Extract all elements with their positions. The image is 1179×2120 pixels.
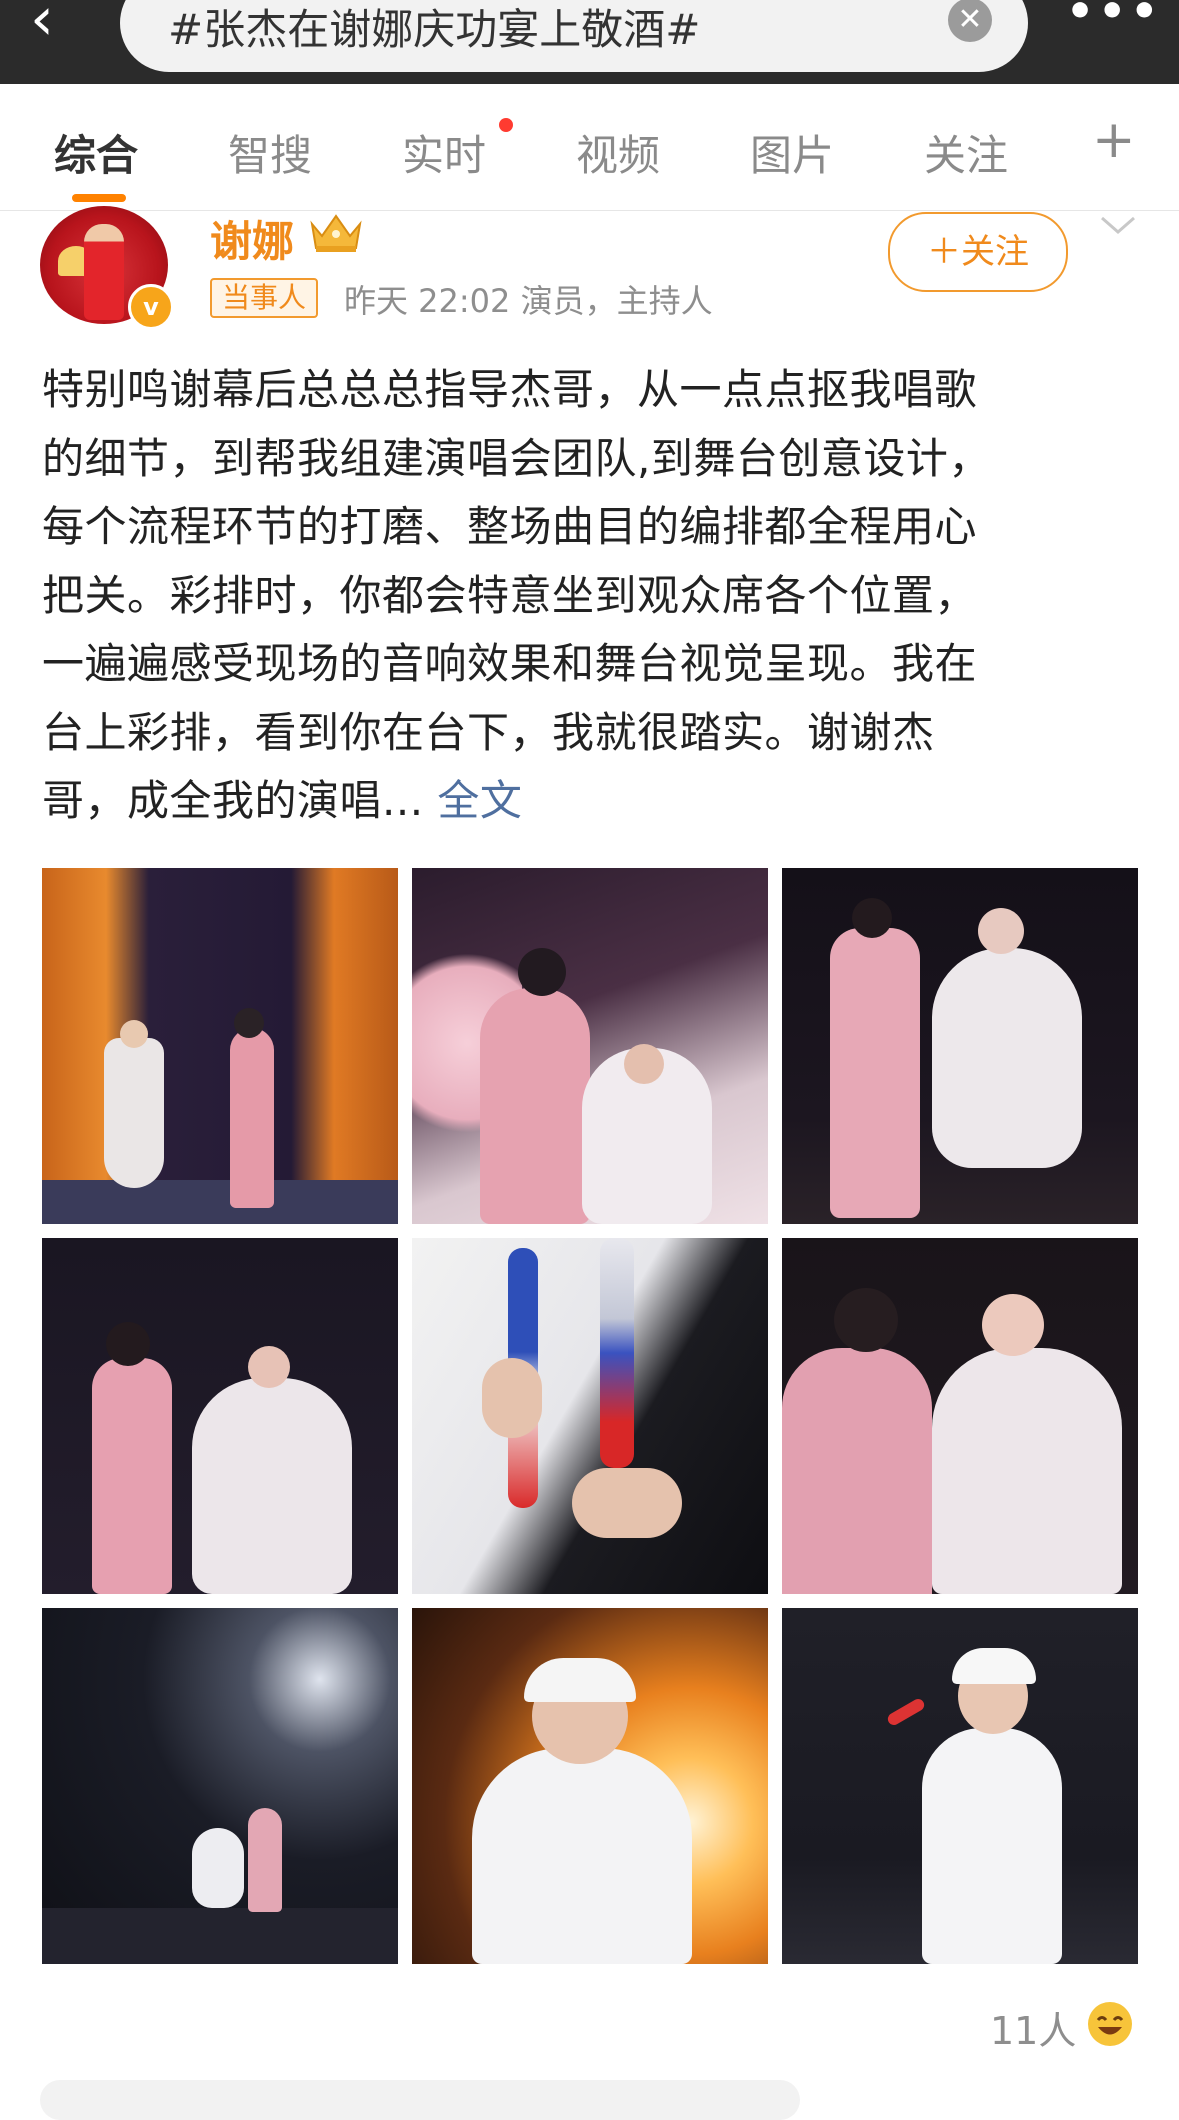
tab-realtime[interactable]: 实时 [402, 122, 486, 183]
post-text-line: 台上彩排，看到你在台下，我就很踏实。谢谢杰 [42, 707, 935, 757]
photo-thumbnail[interactable] [42, 1238, 398, 1594]
photo-thumbnail[interactable] [42, 868, 398, 1224]
search-input[interactable]: #张杰在谢娜庆功宴上敬酒# ✕ [120, 0, 1028, 72]
chevron-down-icon[interactable] [1098, 214, 1138, 238]
post-text-last-line: 哥，成全我的演唱... 全文 [42, 767, 1140, 836]
expand-full-text-link[interactable]: 全文 [437, 776, 522, 825]
laughing-emoji-icon [1088, 2002, 1132, 2046]
photo-thumbnail[interactable] [412, 1608, 768, 1964]
post-text-line: 把关。彩排时，你都会特意坐到观众席各个位置， [42, 570, 978, 620]
realtime-notification-dot [499, 118, 513, 132]
back-arrow-icon[interactable]: ‹ [30, 0, 90, 56]
post-text-line: 特别鸣谢幕后总总总指导杰哥，从一点点抠我唱歌 [42, 365, 978, 414]
photo-thumbnail[interactable] [782, 868, 1138, 1224]
photo-thumbnail[interactable] [412, 1238, 768, 1594]
post-text-line: 一遍遍感受现场的音响效果和舞台视觉呈现。我在 [42, 639, 978, 688]
follow-button[interactable]: ＋关注 [888, 212, 1068, 292]
search-tabs: 综合 智搜 实时 视频 图片 关注 + [0, 84, 1179, 211]
crown-icon [310, 214, 362, 252]
tab-following[interactable]: 关注 [924, 122, 1008, 183]
clear-search-icon[interactable]: ✕ [948, 0, 992, 42]
tab-comprehensive[interactable]: 综合 [54, 122, 138, 183]
photo-thumbnail[interactable] [42, 1608, 398, 1964]
post-author-name[interactable]: 谢娜 [210, 208, 294, 269]
post-text-line: 每个流程环节的打磨、整场曲目的编排都全程用心 [42, 502, 978, 551]
role-tag-badge: 当事人 [210, 278, 319, 318]
post-text-truncated: 哥，成全我的演唱... [42, 776, 438, 825]
photo-thumbnail[interactable] [782, 1608, 1138, 1964]
post-meta-text: 昨天 22:02 演员，主持人 [344, 282, 713, 320]
tab-images[interactable]: 图片 [750, 122, 834, 183]
tab-smart-search[interactable]: 智搜 [228, 122, 312, 183]
photo-thumbnail[interactable] [782, 1238, 1138, 1594]
active-tab-indicator [72, 194, 126, 202]
add-tab-icon[interactable]: + [1092, 114, 1136, 166]
avatar-figure-shape [84, 224, 124, 320]
verified-badge-icon: v [128, 284, 174, 330]
photo-thumbnail[interactable] [412, 868, 768, 1224]
more-options-icon[interactable]: ••• [1066, 0, 1162, 37]
image-grid [42, 868, 1138, 1964]
reaction-count[interactable]: 11人 [990, 2000, 1076, 2055]
tab-video[interactable]: 视频 [576, 122, 660, 183]
post-text: 特别鸣谢幕后总总总指导杰哥，从一点点抠我唱歌 的细节，到帮我组建演唱会团队,到舞… [42, 356, 1140, 836]
search-query-text: #张杰在谢娜庆功宴上敬酒# [168, 5, 701, 54]
post-text-line: 的细节，到帮我组建演唱会团队,到舞台创意设计， [42, 433, 991, 483]
top-search-bar: ‹ #张杰在谢娜庆功宴上敬酒# ✕ ••• [0, 0, 1179, 84]
comment-input-bar[interactable] [40, 2080, 800, 2120]
